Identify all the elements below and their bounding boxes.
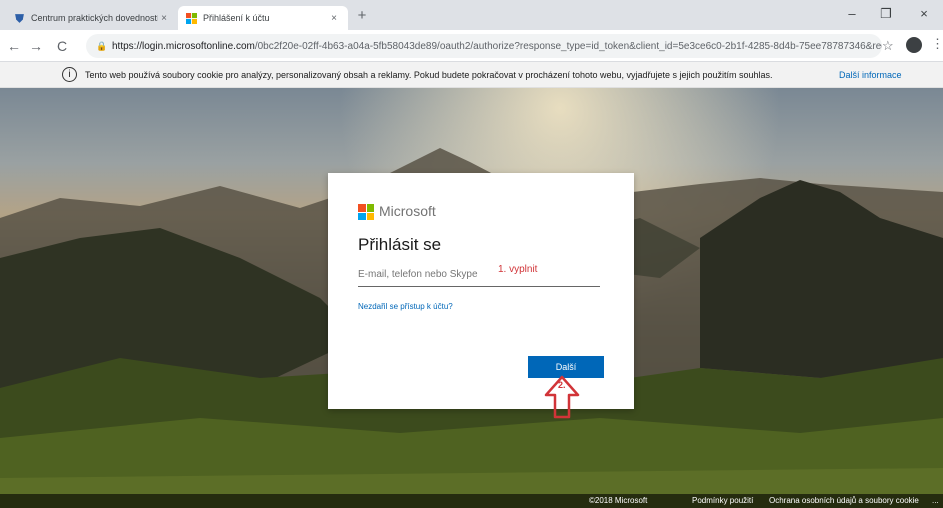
logo-square-green bbox=[366, 204, 374, 212]
logo-square-red bbox=[358, 204, 366, 212]
maximize-icon[interactable]: ❐ bbox=[872, 4, 900, 24]
footer-more-icon[interactable]: ... bbox=[932, 496, 939, 505]
lock-icon: 🔒 bbox=[96, 40, 108, 51]
annotation-click: 2. bbox=[558, 380, 566, 390]
tab-title: Přihlášení k účtu bbox=[203, 13, 270, 23]
microsoft-favicon-icon bbox=[186, 12, 197, 24]
page-footer: ©2018 Microsoft Podmínky použití Ochrana… bbox=[0, 494, 943, 508]
microsoft-logo-icon bbox=[358, 204, 374, 220]
url-path: /0bc2f20e-02ff-4b63-a04a-5fb58043de89/oa… bbox=[254, 40, 882, 52]
url-host: https://login.microsoftonline.com bbox=[112, 40, 255, 52]
new-tab-button[interactable]: + bbox=[352, 6, 372, 26]
bookmark-star-icon[interactable]: ☆ bbox=[882, 38, 894, 54]
reload-icon[interactable]: C bbox=[52, 36, 72, 56]
privacy-link[interactable]: Ochrana osobních údajů a soubory cookie bbox=[769, 496, 919, 505]
copyright-text: ©2018 Microsoft bbox=[589, 496, 648, 505]
tab-title: Centrum praktických dovedností bbox=[31, 13, 158, 23]
tab-prihlaseni[interactable]: Přihlášení k účtu × bbox=[178, 6, 348, 30]
cant-access-link[interactable]: Nezdařil se přístup k účtu? bbox=[358, 302, 453, 311]
forward-arrow-icon[interactable]: → bbox=[26, 36, 46, 56]
tab-close-icon[interactable]: × bbox=[328, 13, 340, 24]
back-arrow-icon[interactable]: ← bbox=[4, 36, 24, 56]
terms-link[interactable]: Podmínky použití bbox=[692, 496, 753, 505]
page-title: Přihlásit se bbox=[358, 235, 442, 254]
close-window-icon[interactable]: × bbox=[910, 4, 938, 24]
shield-favicon-icon bbox=[15, 13, 24, 23]
tab-centrum[interactable]: Centrum praktických dovedností × bbox=[6, 6, 178, 30]
more-info-link[interactable]: Další informace bbox=[839, 70, 902, 80]
info-icon: i bbox=[62, 67, 77, 82]
annotation-fill: 1. vyplnit bbox=[498, 264, 538, 275]
profile-avatar-icon[interactable] bbox=[906, 37, 922, 53]
signin-card: Microsoft Přihlásit se 1. vyplnit Nezdař… bbox=[328, 173, 634, 409]
address-bar[interactable]: 🔒 https://login.microsoftonline.com/0bc2… bbox=[86, 34, 882, 58]
brand-name: Microsoft bbox=[379, 203, 436, 219]
tab-close-icon[interactable]: × bbox=[158, 13, 170, 24]
logo-square-yellow bbox=[366, 212, 374, 220]
minimize-icon[interactable]: – bbox=[838, 4, 866, 24]
email-input[interactable] bbox=[358, 263, 600, 287]
browser-toolbar: ← → C 🔒 https://login.microsoftonline.co… bbox=[0, 30, 943, 62]
menu-kebab-icon[interactable]: ⋮ bbox=[931, 36, 943, 52]
cookie-banner: i Tento web používá soubory cookie pro a… bbox=[0, 62, 943, 88]
cookie-text: Tento web používá soubory cookie pro ana… bbox=[85, 69, 773, 80]
logo-square-blue bbox=[358, 212, 366, 220]
